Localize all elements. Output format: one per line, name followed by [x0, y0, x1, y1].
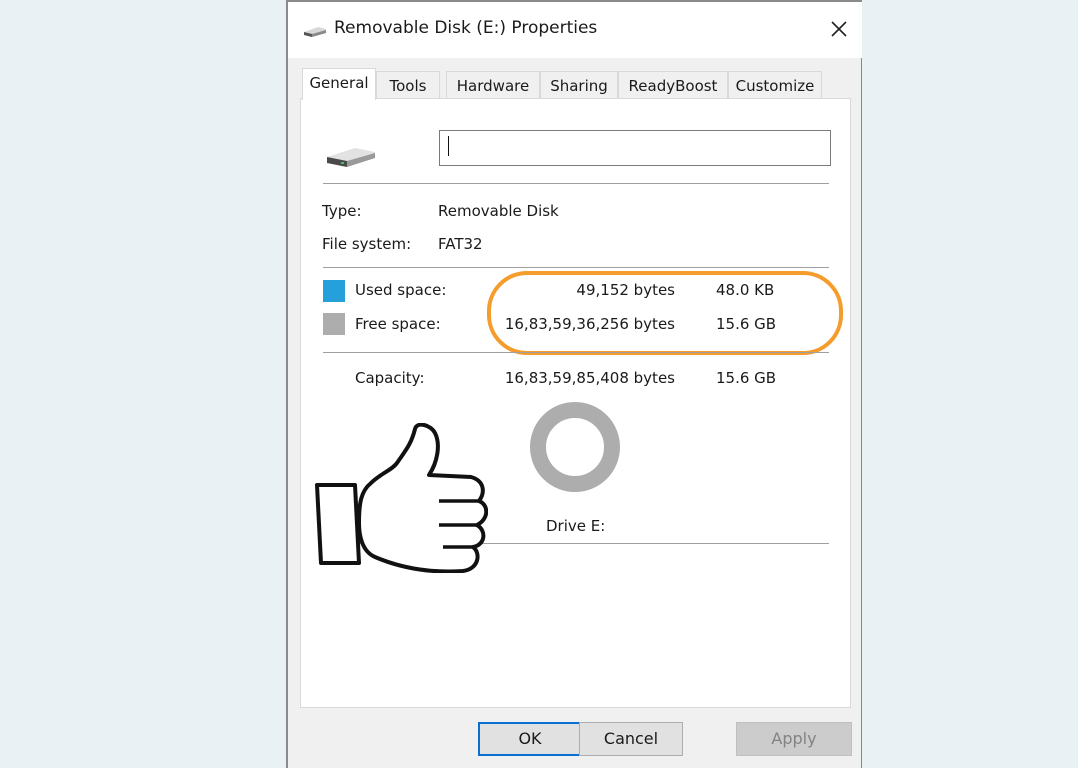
usage-donut-chart — [530, 402, 620, 492]
tab-general[interactable]: General — [302, 68, 376, 100]
title-bar: Removable Disk (E:) Properties — [288, 2, 862, 58]
separator — [323, 352, 829, 353]
capacity-size: 15.6 GB — [716, 369, 777, 387]
capacity-label: Capacity: — [355, 369, 425, 387]
type-label: Type: — [322, 202, 362, 220]
drive-label: Drive E: — [546, 517, 606, 535]
tab-sharing[interactable]: Sharing — [540, 71, 618, 99]
removable-drive-icon — [304, 27, 326, 37]
general-tab-panel: Type: Removable Disk File system: FAT32 … — [300, 98, 851, 708]
free-space-label: Free space: — [355, 315, 441, 333]
properties-dialog: Removable Disk (E:) Properties General T… — [286, 0, 862, 768]
volume-label-input[interactable] — [439, 130, 831, 166]
tab-hardware[interactable]: Hardware — [446, 71, 540, 99]
free-space-ring — [530, 402, 620, 492]
used-space-swatch — [323, 280, 345, 302]
window-title: Removable Disk (E:) Properties — [334, 18, 598, 38]
filesystem-label: File system: — [322, 235, 412, 253]
filesystem-value: FAT32 — [438, 235, 483, 253]
tab-customize[interactable]: Customize — [728, 71, 822, 99]
tab-tools[interactable]: Tools — [376, 71, 440, 99]
free-space-swatch — [323, 313, 345, 335]
ok-button[interactable]: OK — [478, 722, 582, 756]
thumbs-up-icon — [315, 423, 488, 573]
separator — [323, 183, 829, 184]
used-space-label: Used space: — [355, 281, 447, 299]
drive-icon — [327, 148, 375, 167]
highlight-annotation — [487, 271, 843, 355]
close-icon[interactable] — [824, 14, 854, 44]
type-value: Removable Disk — [438, 202, 559, 220]
cancel-button[interactable]: Cancel — [579, 722, 683, 756]
text-caret — [448, 136, 449, 156]
tab-readyboost[interactable]: ReadyBoost — [618, 71, 728, 99]
apply-button[interactable]: Apply — [736, 722, 852, 756]
separator — [323, 267, 829, 268]
capacity-bytes: 16,83,59,85,408 bytes — [504, 369, 675, 387]
